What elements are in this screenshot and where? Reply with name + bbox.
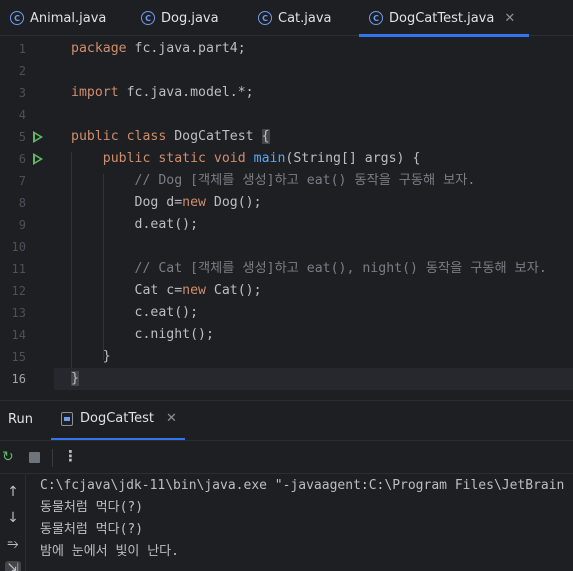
keyword-token: import [71, 85, 119, 100]
line-number: 15 [11, 350, 26, 364]
tab-animal-java[interactable]: C Animal.java [10, 0, 106, 36]
line-number: 13 [11, 306, 26, 320]
stop-icon[interactable] [29, 452, 40, 463]
line-number: 6 [18, 152, 26, 166]
class-icon: C [258, 11, 272, 25]
line-number: 5 [18, 130, 26, 144]
scroll-to-end-icon[interactable]: ⇲ [5, 561, 21, 571]
code-line: c.eat(); [71, 302, 199, 324]
run-gutter-icon[interactable] [33, 153, 43, 165]
close-run-tab-icon[interactable]: ✕ [166, 411, 177, 426]
code-line: } [71, 346, 111, 368]
line-number: 4 [18, 108, 26, 122]
keyword-token: package [71, 41, 127, 56]
class-icon: C [369, 11, 383, 25]
code-line: Cat c=new Cat(); [71, 280, 262, 302]
code-line: Dog d=new Dog(); [71, 192, 262, 214]
code-line: d.eat(); [71, 214, 199, 236]
run-gutter-icon[interactable] [33, 131, 43, 143]
line-number: 10 [11, 240, 26, 254]
code-token: } [71, 371, 79, 386]
console-line: 동물처럼 먹다(?) [40, 500, 144, 515]
comment-token: // Cat [객체를 생성]하고 eat(), night() 동작을 구동해… [134, 261, 547, 276]
code-line: import fc.java.model.*; [71, 82, 254, 104]
code-token: fc.java.part4; [126, 41, 246, 56]
tab-label: Dog.java [161, 10, 219, 26]
console-side-toolbar: ↑ ↓ ⥱ ⇲ [0, 475, 26, 571]
more-options-icon[interactable]: ⋮ [63, 447, 78, 465]
code-token: (String[] args) { [285, 151, 421, 166]
code-token: d.eat(); [71, 217, 199, 232]
tab-dogcattest-java[interactable]: C DogCatTest.java ✕ [358, 0, 530, 37]
code-line: // Cat [객체를 생성]하고 eat(), night() 동작을 구동해… [71, 258, 547, 280]
line-number: 2 [18, 64, 26, 78]
method-token: main [253, 151, 286, 166]
code-line: c.night(); [71, 324, 214, 346]
keyword-token: public class [71, 129, 167, 144]
code-token: } [71, 349, 111, 364]
code-token: DogCatTest [166, 129, 262, 144]
scroll-down-icon[interactable]: ↓ [5, 510, 21, 526]
keyword-token: new [182, 283, 206, 298]
line-number: 8 [18, 196, 26, 210]
run-config-tab[interactable]: DogCatTest ✕ [61, 411, 177, 426]
code-token: Cat(); [205, 283, 262, 298]
line-number: 3 [18, 86, 26, 100]
line-number: 1 [18, 42, 26, 56]
code-line: public static void main(String[] args) { [71, 148, 421, 170]
tab-cat-java[interactable]: C Cat.java [258, 0, 332, 36]
run-toolbar: ↻ ⋮ [0, 440, 573, 474]
line-number: 14 [11, 328, 26, 342]
close-tab-icon[interactable]: ✕ [504, 11, 515, 26]
code-token: fc.java.model.*; [118, 85, 254, 100]
code-editor[interactable]: 1 2 3 4 5 6 7 8 9 10 11 12 13 14 15 16 package fc.java.p… [0, 37, 573, 392]
class-icon: C [10, 11, 24, 25]
code-token: Cat c= [71, 283, 183, 298]
run-panel-header: Run DogCatTest ✕ [0, 400, 573, 440]
line-number: 7 [18, 174, 26, 188]
code-line: package fc.java.part4; [71, 38, 246, 60]
code-token: Dog d= [71, 195, 183, 210]
class-icon: C [141, 11, 155, 25]
run-tab-label: DogCatTest [80, 411, 154, 426]
run-panel-title: Run [8, 412, 33, 427]
code-token: Dog(); [205, 195, 262, 210]
rerun-icon[interactable]: ↻ [2, 449, 18, 465]
code-line: } [71, 368, 79, 390]
editor-tab-bar: C Animal.java C Dog.java C Cat.java C Do… [0, 0, 573, 37]
code-token: { [261, 129, 270, 144]
code-token: c.eat(); [71, 305, 199, 320]
console-line: C:\fcjava\jdk-11\bin\java.exe "-javaagen… [40, 478, 565, 493]
toolbar-separator [52, 449, 53, 467]
code-token: c.night(); [71, 327, 214, 342]
line-number: 12 [11, 284, 26, 298]
line-number: 16 [11, 372, 26, 386]
line-number: 9 [18, 218, 26, 232]
tab-label: Cat.java [278, 10, 332, 26]
tab-label: DogCatTest.java [389, 10, 495, 26]
code-line: public class DogCatTest { [71, 126, 270, 148]
tab-dog-java[interactable]: C Dog.java [141, 0, 219, 36]
comment-token: // Dog [객체를 생성]하고 eat() 동작을 구동해 보자. [134, 173, 476, 188]
keyword-token: new [182, 195, 206, 210]
console-line: 동물처럼 먹다(?) [40, 522, 144, 537]
line-number: 11 [11, 262, 26, 276]
code-line: // Dog [객체를 생성]하고 eat() 동작을 구동해 보자. [71, 170, 476, 192]
keyword-token: public static void [102, 151, 246, 166]
scroll-up-icon[interactable]: ↑ [5, 484, 21, 500]
tab-label: Animal.java [30, 10, 107, 26]
console-line: 밤에 눈에서 빛이 난다. [40, 544, 179, 559]
soft-wrap-icon[interactable]: ⥱ [5, 536, 21, 552]
java-file-icon [61, 411, 73, 426]
current-line-highlight [54, 368, 573, 390]
